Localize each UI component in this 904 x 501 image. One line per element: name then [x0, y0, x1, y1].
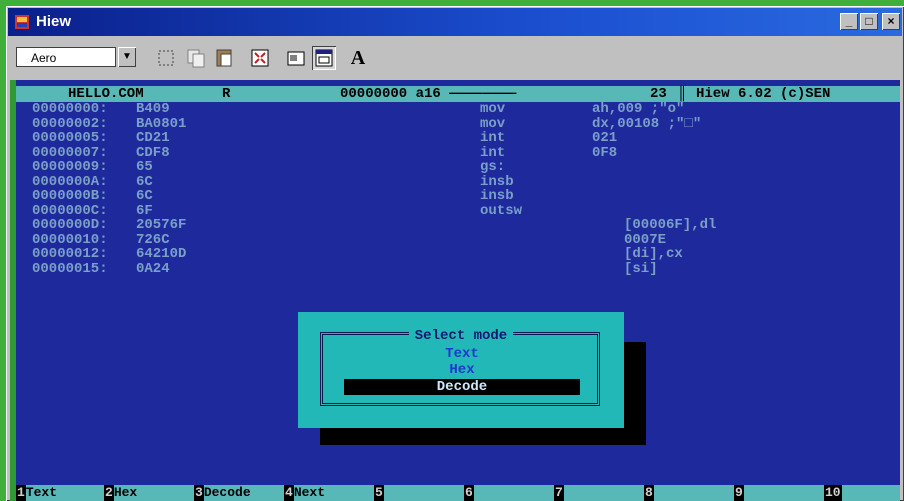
background-icon[interactable] [312, 46, 336, 70]
fkey-5[interactable]: 5 [374, 485, 384, 501]
code-row[interactable]: 00000005: CD21 int 021 [32, 131, 900, 146]
app-icon [15, 15, 29, 29]
code-row[interactable]: 0000000A: 6C insb [32, 174, 900, 190]
disassembly-listing: 00000000: B409 mov ah,009 ;"o" 00000002: BA0… [32, 102, 900, 276]
fkey-1[interactable]: 1Text [16, 485, 57, 501]
status-version: Hiew 6.02 (c)SEN [696, 86, 831, 102]
code-row[interactable]: 00000000: B409 mov ah,009 ;"o" [32, 102, 900, 117]
fkey-6[interactable]: 6 [464, 485, 474, 501]
fullscreen-icon[interactable] [248, 46, 272, 70]
code-row[interactable]: 0000000B: 6C insb [32, 189, 900, 204]
fkey-7[interactable]: 7 [554, 485, 564, 501]
font-select[interactable]: Aero [16, 47, 116, 67]
code-row[interactable]: 00000015: 0A24 [si] [32, 261, 900, 277]
select-mode-dialog: Select mode Text Hex Decode [298, 312, 624, 428]
fkey-3[interactable]: 3Decode [194, 485, 251, 501]
close-button[interactable]: × [882, 13, 900, 30]
console-left-edge [10, 80, 16, 501]
dialog-title: Select mode [408, 328, 514, 344]
code-row[interactable]: 0000000D: 20576F [00006F],dl [32, 218, 900, 233]
status-position: 23 [650, 86, 667, 102]
status-mode: R [222, 86, 231, 102]
console-area[interactable]: HELLO.COM R 00000000 a16 ———————— 23 ║ H… [10, 80, 900, 501]
toolbar: Aero ▼ A [8, 38, 902, 78]
properties-icon[interactable] [284, 46, 308, 70]
chevron-down-icon[interactable]: ▼ [118, 47, 136, 67]
status-offset: 00000000 a16 ———————— [340, 86, 517, 102]
mode-option-hex[interactable]: Hex [344, 362, 580, 378]
copy-icon[interactable] [184, 46, 208, 70]
hiew-window: Hiew _ □ × Aero ▼ A HELLO.COM R 00000000… [6, 6, 904, 501]
code-row[interactable]: 00000007: CDF8 int 0F8 [32, 145, 900, 161]
mode-option-decode[interactable]: Decode [344, 379, 580, 395]
fkey-4[interactable]: 4Next [284, 485, 325, 501]
paste-icon[interactable] [212, 46, 236, 70]
fkey-2[interactable]: 2Hex [104, 485, 137, 501]
select-icon[interactable] [154, 46, 178, 70]
maximize-button[interactable]: □ [860, 13, 878, 30]
window-title: Hiew [36, 13, 72, 30]
minimize-button[interactable]: _ [840, 13, 858, 30]
status-version-separator: ║ [678, 86, 687, 102]
code-row[interactable]: 0000000C: 6F outsw [32, 203, 900, 219]
font-icon[interactable]: A [346, 46, 370, 70]
fkey-8[interactable]: 8 [644, 485, 654, 501]
status-bar: HELLO.COM R 00000000 a16 ———————— 23 ║ H… [16, 86, 900, 102]
fkey-9[interactable]: 9 [734, 485, 744, 501]
status-filename: HELLO.COM [68, 86, 144, 102]
title-bar[interactable]: Hiew _ □ × [8, 8, 902, 36]
code-row[interactable]: 00000002: BA0801 mov dx,00108 ;"□" [32, 116, 900, 132]
mode-option-text[interactable]: Text [344, 346, 580, 362]
fkey-10[interactable]: 10 [824, 485, 842, 501]
code-row[interactable]: 00000010: 726C 0007E [32, 232, 900, 248]
code-row[interactable]: 00000012: 64210D [di],cx [32, 247, 900, 262]
code-row[interactable]: 00000009: 65 gs: [32, 160, 900, 175]
function-key-bar: 1Text 2Hex 3Decode 4Next 5 6 7 8 9 10 [16, 485, 900, 501]
